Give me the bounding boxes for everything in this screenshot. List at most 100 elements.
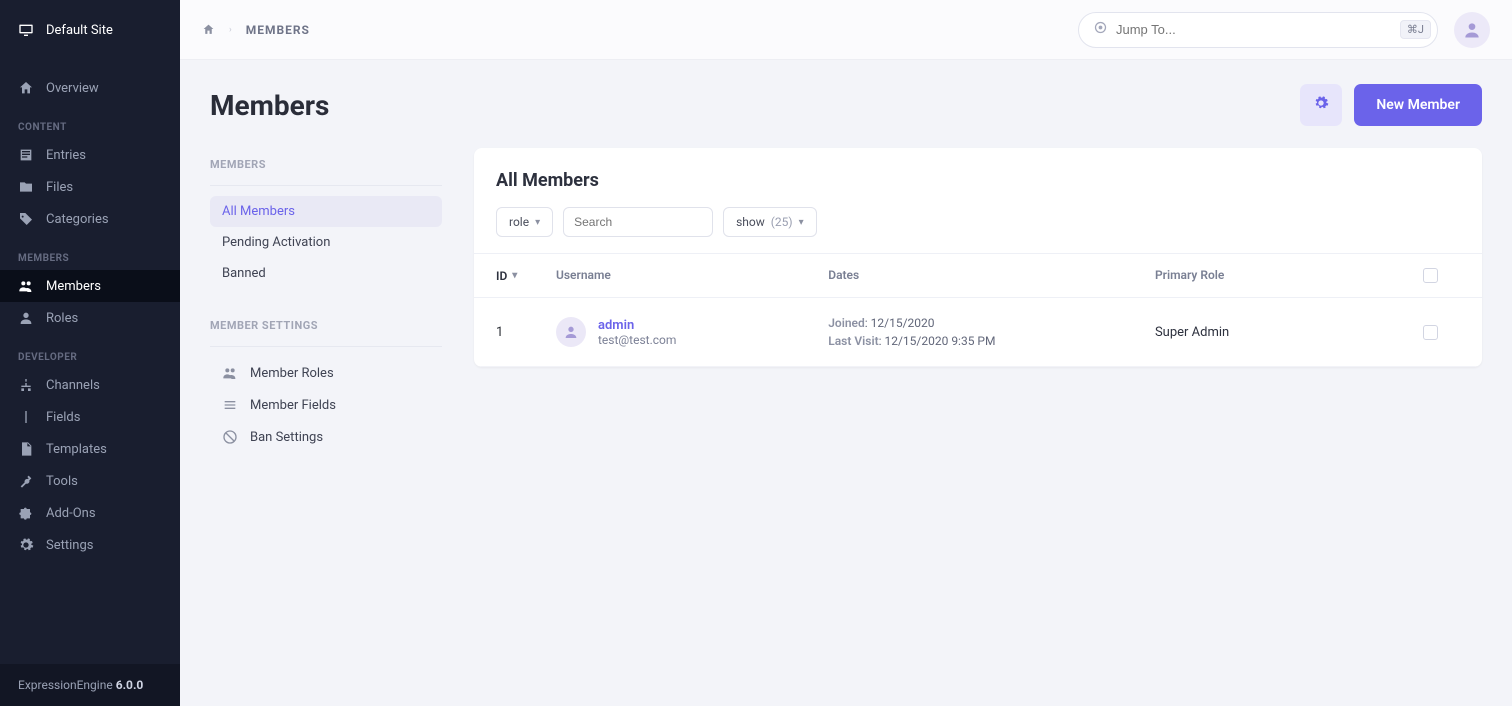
sidebar-label: Entries (46, 148, 86, 163)
product-version: 6.0.0 (116, 678, 144, 692)
sidebar-item-roles[interactable]: Roles (0, 302, 180, 334)
sidebar-label: Fields (46, 410, 80, 425)
sidebar-item-members[interactable]: Members (0, 270, 180, 302)
jump-to-input[interactable] (1116, 22, 1392, 37)
page-content: Members New Member MEMBERS All Members (180, 60, 1512, 706)
home-icon[interactable] (202, 23, 215, 36)
dropdown-label: role (509, 215, 529, 229)
panel-item-pending[interactable]: Pending Activation (210, 227, 442, 258)
breadcrumb: › MEMBERS (202, 23, 310, 37)
last-visit-label: Last Visit (828, 334, 878, 348)
row-checkbox[interactable] (1423, 325, 1438, 340)
site-selector[interactable]: Default Site (0, 0, 180, 60)
column-dates[interactable]: Dates (828, 268, 1155, 283)
user-avatar[interactable] (1454, 12, 1490, 48)
sidebar-item-fields[interactable]: Fields (0, 401, 180, 433)
cell-select (1400, 325, 1460, 340)
sidebar-label: Add-Ons (46, 506, 96, 521)
filter-bar: role ▾ show (25) ▾ (496, 207, 1460, 237)
role-filter-dropdown[interactable]: role ▾ (496, 207, 553, 237)
sidebar-label: Templates (46, 442, 107, 457)
sidebar-label: Channels (46, 378, 100, 393)
table-header: ID ▾ Username Dates Primary Role (474, 253, 1482, 298)
sidebar-heading-members: MEMBERS (0, 235, 180, 270)
body-columns: MEMBERS All Members Pending Activation B… (210, 148, 1482, 453)
sidebar-label: Categories (46, 212, 109, 227)
panel-heading-members: MEMBERS (210, 148, 442, 186)
select-all-checkbox[interactable] (1423, 268, 1438, 283)
user-email: test@test.com (598, 333, 676, 347)
chevron-down-icon: ▾ (799, 217, 804, 228)
target-icon (1093, 20, 1108, 39)
sidebar: Default Site Overview CONTENT Entries (0, 0, 180, 706)
panel-label: Member Roles (250, 366, 334, 381)
sidebar-label: Tools (46, 474, 78, 489)
panel-item-all-members[interactable]: All Members (210, 196, 442, 227)
username-link[interactable]: admin (598, 318, 676, 333)
ban-icon (222, 429, 238, 445)
sidebar-label: Members (46, 279, 101, 294)
sidebar-item-categories[interactable]: Categories (0, 203, 180, 235)
tag-icon (18, 211, 34, 227)
sidebar-footer: ExpressionEngine 6.0.0 (0, 664, 180, 706)
show-count-dropdown[interactable]: show (25) ▾ (723, 207, 816, 237)
breadcrumb-current: MEMBERS (246, 23, 310, 37)
cursor-icon (18, 409, 34, 425)
jump-to-search[interactable]: ⌘J (1078, 12, 1438, 48)
dropdown-count: (25) (771, 215, 793, 229)
panel-item-banned[interactable]: Banned (210, 258, 442, 289)
panel-item-ban-settings[interactable]: Ban Settings (210, 421, 442, 453)
sidebar-item-files[interactable]: Files (0, 171, 180, 203)
sitemap-icon (18, 377, 34, 393)
newspaper-icon (18, 147, 34, 163)
column-username[interactable]: Username (556, 268, 828, 283)
cell-user: admin test@test.com (556, 317, 828, 347)
gear-icon (18, 537, 34, 553)
sidebar-label: Settings (46, 538, 93, 553)
sidebar-item-overview[interactable]: Overview (0, 72, 180, 104)
jump-kbd-hint: ⌘J (1400, 20, 1431, 39)
sidebar-item-tools[interactable]: Tools (0, 465, 180, 497)
joined-value: 12/15/2020 (871, 316, 935, 330)
column-id[interactable]: ID ▾ (496, 268, 556, 283)
product-name: ExpressionEngine (18, 678, 113, 692)
button-label: New Member (1376, 97, 1460, 113)
sidebar-item-channels[interactable]: Channels (0, 369, 180, 401)
sidebar-item-entries[interactable]: Entries (0, 139, 180, 171)
cell-id: 1 (496, 325, 556, 340)
new-member-button[interactable]: New Member (1354, 84, 1482, 126)
users-icon (222, 365, 238, 381)
settings-button[interactable] (1300, 84, 1342, 126)
column-role[interactable]: Primary Role (1155, 268, 1400, 283)
search-box[interactable] (563, 207, 713, 237)
sidebar-item-addons[interactable]: Add-Ons (0, 497, 180, 529)
chevron-right-icon: › (229, 25, 232, 35)
panel-label: Pending Activation (222, 235, 330, 250)
panel-item-member-fields[interactable]: Member Fields (210, 389, 442, 421)
sidebar-item-templates[interactable]: Templates (0, 433, 180, 465)
page-title: Members (210, 89, 329, 122)
cell-role: Super Admin (1155, 325, 1400, 340)
topbar: › MEMBERS ⌘J (180, 0, 1512, 60)
folder-icon (18, 179, 34, 195)
panel-item-member-roles[interactable]: Member Roles (210, 357, 442, 389)
sidebar-heading-content: CONTENT (0, 104, 180, 139)
list-icon (222, 397, 238, 413)
panel-label: Banned (222, 266, 266, 281)
avatar (556, 317, 586, 347)
panel-label: All Members (222, 204, 295, 219)
monitor-icon (18, 22, 34, 38)
side-panel: MEMBERS All Members Pending Activation B… (210, 148, 442, 453)
chevron-down-icon: ▾ (535, 217, 540, 228)
column-label: ID (496, 269, 507, 283)
users-icon (18, 278, 34, 294)
members-card: All Members role ▾ show (25) (474, 148, 1482, 367)
sidebar-heading-developer: DEVELOPER (0, 334, 180, 369)
file-icon (18, 441, 34, 457)
search-input[interactable] (574, 208, 702, 236)
panel-label: Member Fields (250, 398, 336, 413)
joined-label: Joined (828, 316, 865, 330)
sidebar-label: Overview (46, 81, 99, 96)
sidebar-item-settings[interactable]: Settings (0, 529, 180, 561)
table-row: 1 admin test@test.com (474, 298, 1482, 367)
